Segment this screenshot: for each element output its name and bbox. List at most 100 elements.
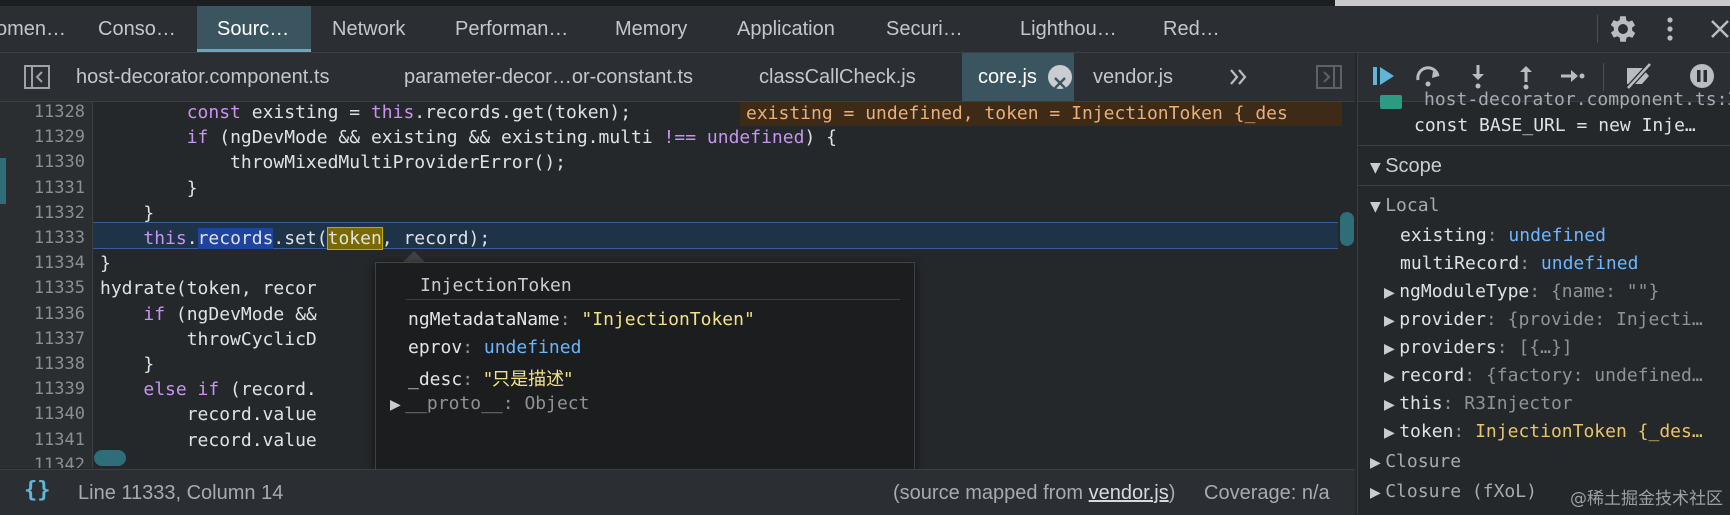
prop-key: _desc xyxy=(408,369,463,390)
code-line: this.records.set(token, record); xyxy=(143,227,491,250)
popover-row-desc[interactable]: _desc: "只是描述" xyxy=(408,365,572,391)
close-tab-icon[interactable] xyxy=(1048,65,1072,89)
closure-fxol-scope-header[interactable]: ▶ Closure (fXoL) xyxy=(1370,481,1537,502)
local-scope-header[interactable]: ▼ Local xyxy=(1370,195,1439,216)
step-icon[interactable] xyxy=(1558,62,1586,90)
closure-scope-header[interactable]: ▶ Closure xyxy=(1370,451,1461,472)
inline-variable-values: existing = undefined, token = InjectionT… xyxy=(740,102,1342,126)
horizontal-scrollbar-thumb[interactable] xyxy=(94,450,126,466)
line-number[interactable]: 11331 xyxy=(10,178,85,198)
tab-security[interactable]: Securi… xyxy=(886,6,986,52)
scope-var-multirecord[interactable]: multiRecord: undefined xyxy=(1400,253,1638,274)
collapse-caret-icon: ▼ xyxy=(1370,160,1386,176)
more-vertical-icon[interactable] xyxy=(1660,14,1680,44)
line-number[interactable]: 11339 xyxy=(10,379,85,399)
scope-var-ngmoduletype[interactable]: ▶ ngModuleType: {name: ""} xyxy=(1384,281,1659,302)
panel-divider xyxy=(1358,145,1730,146)
code-line: const existing = this.records.get(token)… xyxy=(186,102,632,123)
line-number[interactable]: 11342 xyxy=(10,455,85,468)
toggle-debugger-icon[interactable] xyxy=(1316,65,1342,89)
scope-var-token[interactable]: ▶ token: InjectionToken {_des… xyxy=(1384,421,1703,442)
settings-gear-icon[interactable] xyxy=(1606,12,1640,46)
pause-on-exceptions-icon[interactable] xyxy=(1688,62,1716,90)
file-tab-host-decorator[interactable]: host-decorator.component.ts xyxy=(76,53,329,101)
code-line: } xyxy=(100,177,198,199)
tab-console[interactable]: Conso… xyxy=(98,6,188,52)
tab-memory[interactable]: Memory xyxy=(615,6,715,52)
tab-sources[interactable]: Sourc… xyxy=(197,6,311,52)
scope-var-provider[interactable]: ▶ provider: {provide: Injecti… xyxy=(1384,309,1703,330)
code-line: hydrate(token, recor xyxy=(100,278,317,300)
prop-value: "只是描述" xyxy=(483,369,573,390)
cursor-position: Line 11333, Column 14 xyxy=(78,482,284,504)
popover-row-eprov[interactable]: eprov: undefined xyxy=(408,337,581,358)
gutter-marker xyxy=(0,158,6,204)
debugger-sidebar: host-decorator.component.ts:33 const BAS… xyxy=(1357,53,1730,514)
prop-value: Object xyxy=(524,393,590,414)
editor-file-tabbar: host-decorator.component.ts parameter-de… xyxy=(0,53,1355,102)
expand-caret-icon[interactable]: ▶ xyxy=(1384,341,1399,357)
line-number[interactable]: 11338 xyxy=(10,354,85,374)
variable-preview-popover[interactable]: InjectionToken ngMetadataName: "Injectio… xyxy=(375,262,915,502)
pretty-print-icon[interactable]: {} xyxy=(24,478,51,503)
collapse-caret-icon: ▼ xyxy=(1370,199,1386,215)
file-tab-classcallcheck[interactable]: classCallCheck.js xyxy=(759,53,916,101)
source-map-link[interactable]: vendor.js xyxy=(1089,482,1169,504)
tab-application[interactable]: Application xyxy=(737,6,867,52)
line-number[interactable]: 11335 xyxy=(10,278,85,298)
line-number[interactable]: 11333 xyxy=(10,228,85,248)
editor-scrollbar-thumb[interactable] xyxy=(1340,212,1354,246)
line-number[interactable]: 11336 xyxy=(10,304,85,324)
scope-var-existing[interactable]: existing: undefined xyxy=(1400,225,1606,246)
panel-divider xyxy=(1358,185,1730,186)
code-line: throwMixedMultiProviderError(); xyxy=(100,152,566,174)
deactivate-breakpoints-icon[interactable] xyxy=(1624,62,1652,90)
scope-var-record[interactable]: ▶ record: {factory: undefined… xyxy=(1384,365,1703,386)
file-tab-vendor[interactable]: vendor.js xyxy=(1093,53,1173,101)
tab-network[interactable]: Network xyxy=(332,6,442,52)
scope-var-providers[interactable]: ▶ providers: [{…}] xyxy=(1384,337,1573,358)
step-out-icon[interactable] xyxy=(1512,62,1540,90)
scope-var-this[interactable]: ▶ this: R3Injector xyxy=(1384,393,1573,414)
code-line: if (ngDevMode && xyxy=(143,303,317,325)
line-number[interactable]: 11337 xyxy=(10,329,85,349)
step-into-icon[interactable] xyxy=(1464,62,1492,90)
expand-caret-icon[interactable]: ▶ xyxy=(1384,285,1399,301)
expand-caret-icon[interactable]: ▶ xyxy=(1384,313,1399,329)
tab-redux[interactable]: Red… xyxy=(1163,6,1233,52)
tab-lighthouse[interactable]: Lighthou… xyxy=(1020,6,1130,52)
expand-caret-icon: ▶ xyxy=(1370,455,1386,471)
tab-performance[interactable]: Performan… xyxy=(455,6,595,52)
line-number[interactable]: 11334 xyxy=(10,253,85,273)
code-line: record.value xyxy=(100,429,317,451)
line-number[interactable]: 11340 xyxy=(10,404,85,424)
line-number[interactable]: 11328 xyxy=(10,102,85,122)
file-tab-parameter-decorator[interactable]: parameter-decor…or-constant.ts xyxy=(404,53,693,101)
more-tabs-chevron-icon[interactable] xyxy=(1228,65,1248,89)
line-number-gutter[interactable]: 11328 11329 11330 11331 11332 11333 11334 11335… xyxy=(0,102,93,468)
expand-caret-icon[interactable]: ▶ xyxy=(1384,369,1399,385)
prop-value: "InjectionToken" xyxy=(581,309,755,330)
toggle-navigator-icon[interactable] xyxy=(24,65,50,89)
expand-caret-icon[interactable]: ▶ xyxy=(1384,397,1399,413)
scope-section-header[interactable]: ▼ Scope xyxy=(1370,155,1442,178)
step-over-icon[interactable] xyxy=(1414,62,1442,90)
source-mapped-info: (source mapped from vendor.js) xyxy=(893,482,1176,504)
line-number[interactable]: 11332 xyxy=(10,203,85,223)
file-tab-core[interactable]: core.js xyxy=(962,53,1074,101)
breakpoint-file[interactable]: host-decorator.component.ts:33 xyxy=(1424,89,1730,110)
popover-row-proto[interactable]: ▶ __proto__: Object xyxy=(390,393,589,414)
tabbar-divider xyxy=(1597,15,1598,43)
line-number[interactable]: 11341 xyxy=(10,430,85,450)
file-tab-core-label: core.js xyxy=(978,66,1037,88)
resume-icon[interactable] xyxy=(1370,62,1398,90)
expand-caret-icon[interactable]: ▶ xyxy=(1384,425,1399,441)
tab-components[interactable]: omen… xyxy=(0,6,76,52)
close-devtools-icon[interactable] xyxy=(1708,16,1730,42)
line-number[interactable]: 11330 xyxy=(10,152,85,172)
expand-caret-icon[interactable]: ▶ xyxy=(390,397,405,413)
line-number[interactable]: 11329 xyxy=(10,127,85,147)
code-line: else if (record. xyxy=(143,379,317,401)
breakpoint-checkbox[interactable] xyxy=(1380,95,1402,109)
popover-row-ngmetadataname[interactable]: ngMetadataName: "InjectionToken" xyxy=(408,309,755,330)
